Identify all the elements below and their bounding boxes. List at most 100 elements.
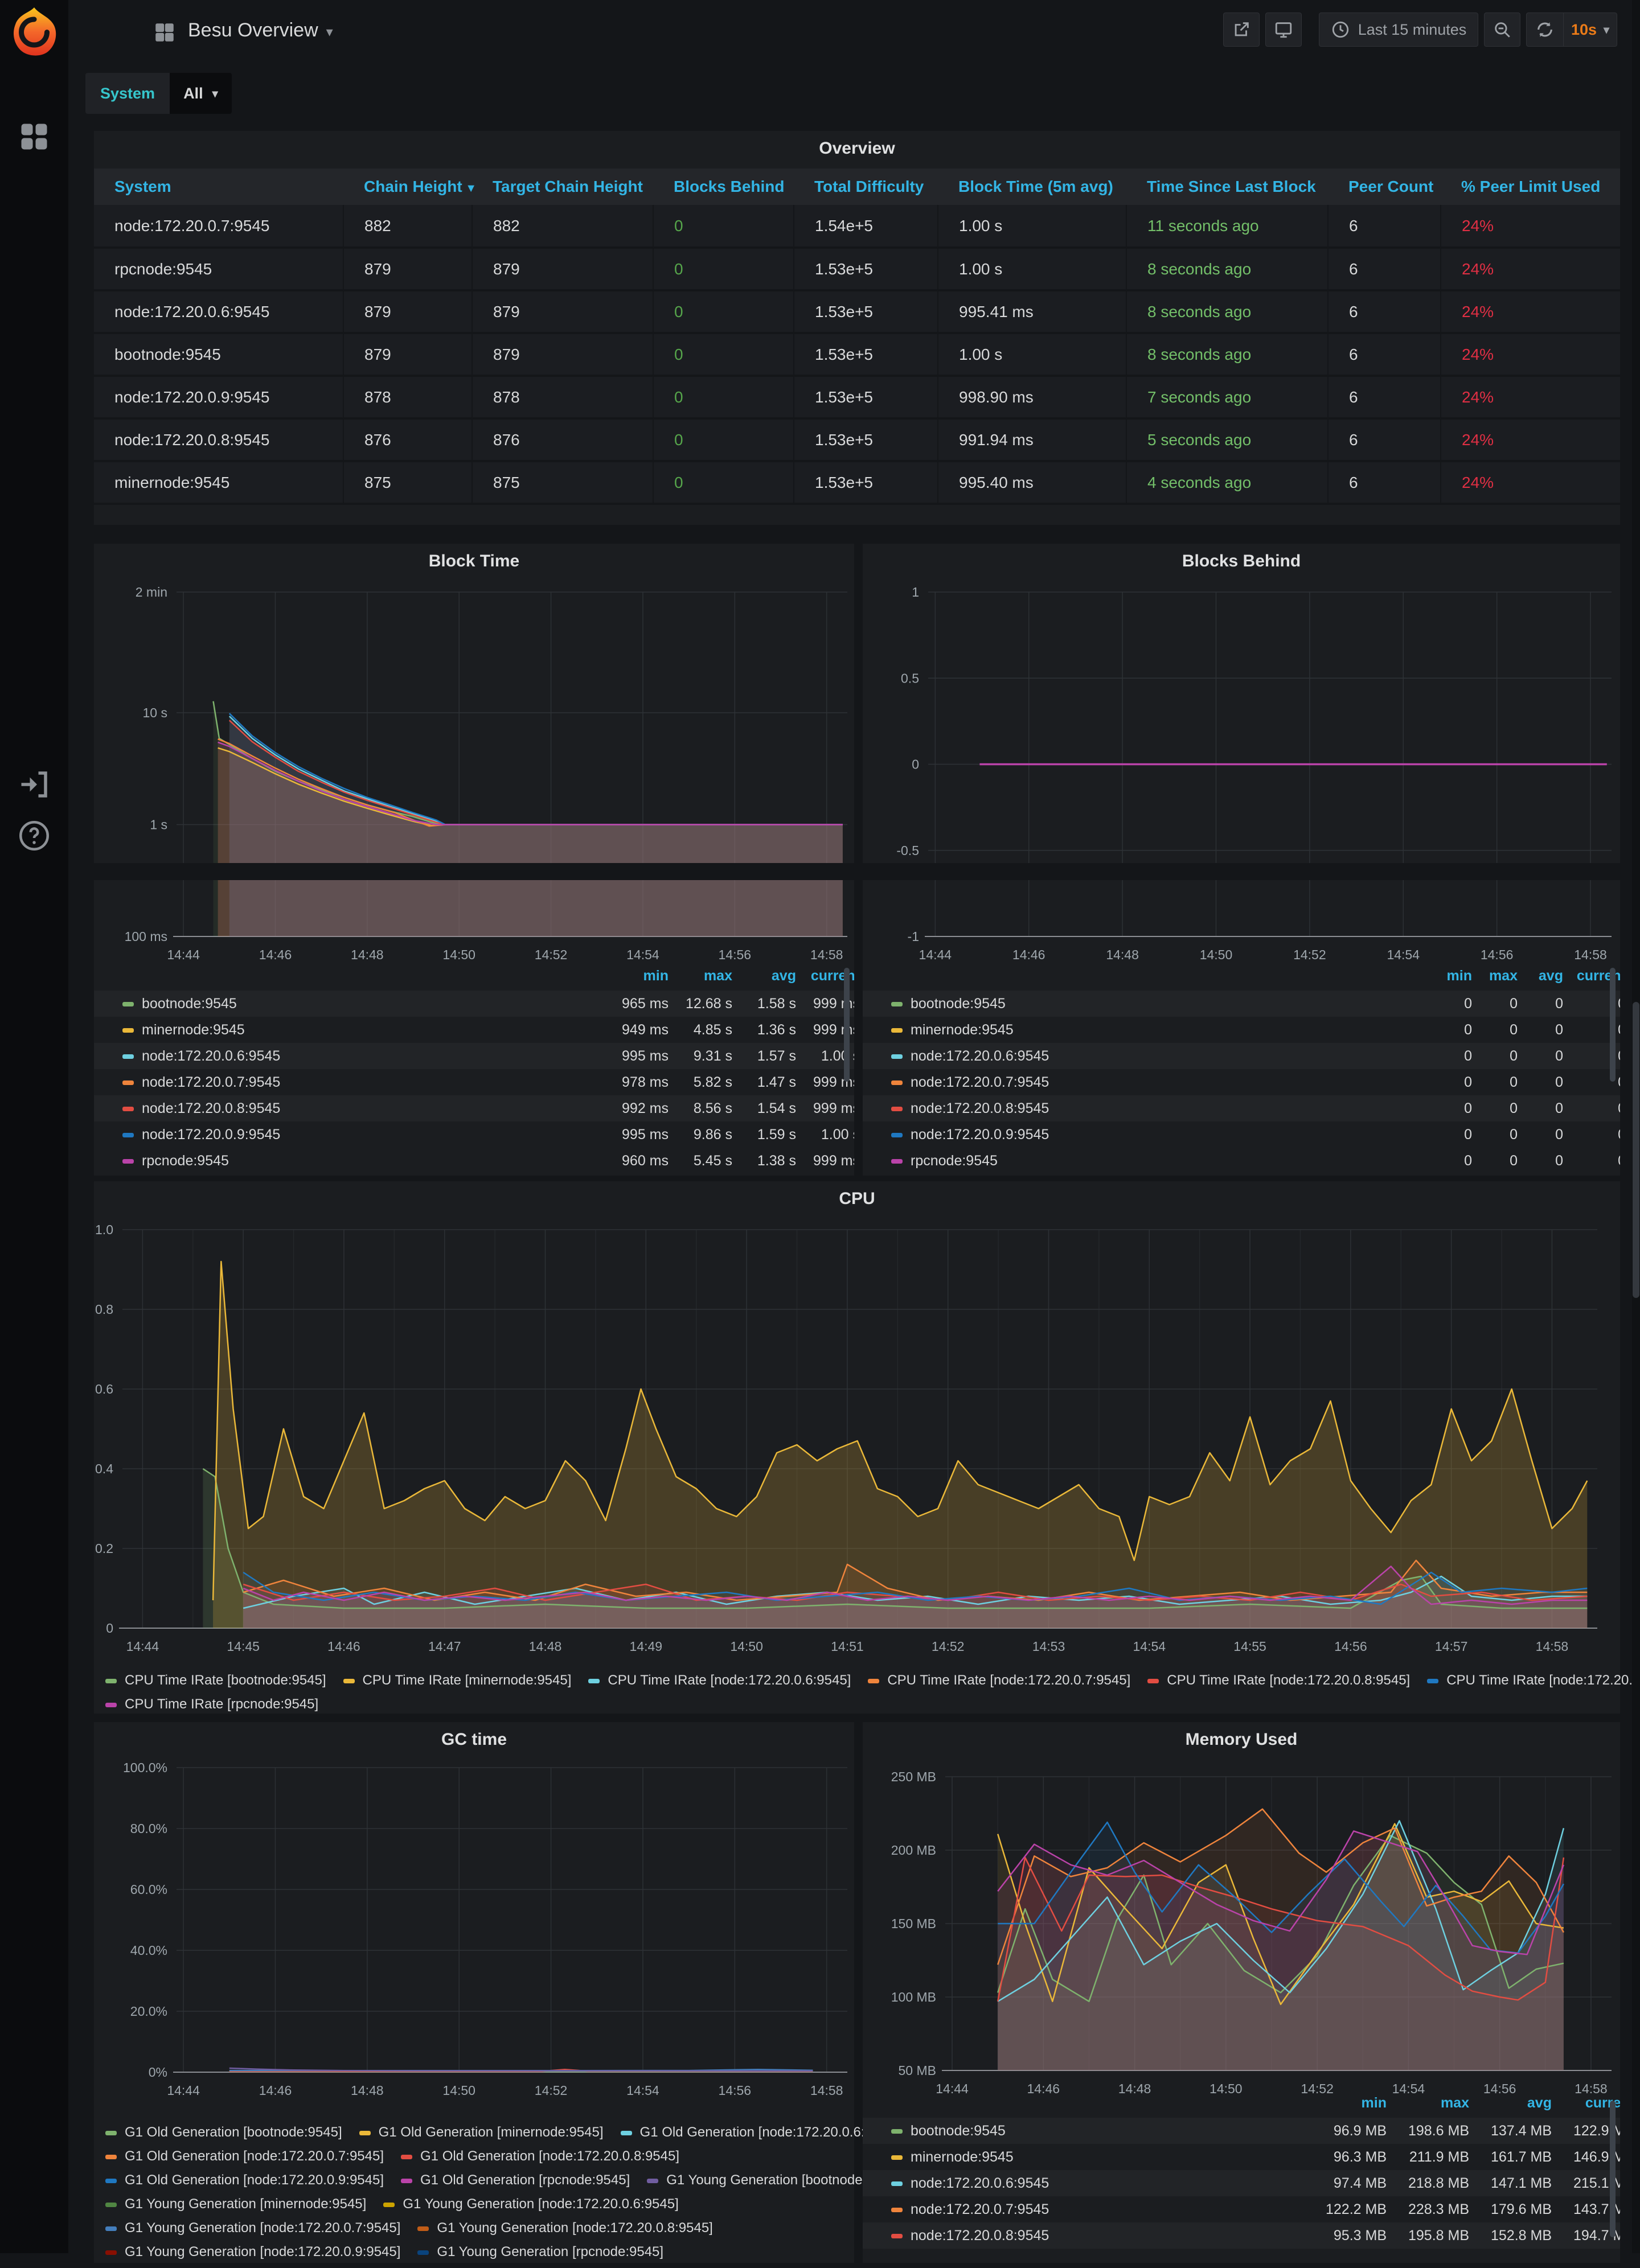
- legend-series-name[interactable]: node:172.20.0.8:9545: [891, 1095, 1049, 1121]
- series-color-swatch[interactable]: [891, 1002, 903, 1006]
- column-header[interactable]: Chain Height ▼: [343, 169, 472, 205]
- dashboards-icon[interactable]: [17, 120, 51, 154]
- refresh-button[interactable]: [1527, 13, 1563, 46]
- legend-series-name[interactable]: node:172.20.0.9:9545: [891, 1121, 1049, 1148]
- legend-item[interactable]: G1 Young Generation [minernode:9545]: [105, 2196, 366, 2212]
- series-color-swatch[interactable]: [891, 1080, 903, 1085]
- legend-series-name[interactable]: node:172.20.0.6:9545: [891, 1043, 1049, 1069]
- refresh-interval-dropdown[interactable]: 10s ▾: [1563, 13, 1617, 46]
- legend-item[interactable]: CPU Time IRate [minernode:9545]: [343, 1673, 572, 1688]
- variable-value-dropdown[interactable]: All ▾: [170, 73, 232, 114]
- column-header[interactable]: Total Difficulty: [794, 169, 938, 205]
- legend-series-name[interactable]: node:172.20.0.7:9545: [122, 1069, 280, 1095]
- block-time-chart[interactable]: 14:4414:4614:4814:5014:5214:5414:5614:58…: [94, 561, 854, 965]
- legend-item[interactable]: G1 Old Generation [minernode:9545]: [359, 2125, 604, 2140]
- legend-series-name[interactable]: node:172.20.0.6:9545: [891, 2170, 1049, 2196]
- legend-series-name[interactable]: minernode:9545: [891, 2144, 1014, 2170]
- legend-stat-value: 195.8 MB: [1378, 2222, 1469, 2249]
- cpu-chart[interactable]: 14:4414:4514:4614:4714:4814:4914:5014:51…: [94, 1215, 1620, 1665]
- legend-series-name[interactable]: minernode:9545: [891, 1017, 1014, 1043]
- series-color-swatch[interactable]: [122, 1054, 134, 1059]
- series-color-swatch[interactable]: [891, 2208, 903, 2212]
- legend-series-name[interactable]: node:172.20.0.7:9545: [891, 2196, 1049, 2222]
- legend-series-name[interactable]: rpcnode:9545: [122, 1148, 229, 1168]
- panel-title-overview[interactable]: Overview: [94, 139, 1620, 158]
- legend-scrollbar[interactable]: [1610, 2101, 1616, 2237]
- legend-series-name[interactable]: node:172.20.0.9:9545: [122, 1121, 280, 1148]
- legend-item[interactable]: G1 Young Generation [rpcnode:9545]: [417, 2244, 663, 2260]
- series-color-swatch[interactable]: [122, 1080, 134, 1085]
- legend-stat-current[interactable]: current: [1546, 968, 1620, 984]
- column-header[interactable]: % Peer Limit Used: [1441, 169, 1620, 205]
- panel-title-gc-time[interactable]: GC time: [94, 1730, 854, 1749]
- blocks-behind-chart[interactable]: 14:4414:4614:4814:5014:5214:5414:5614:58…: [863, 561, 1620, 965]
- legend-item[interactable]: G1 Old Generation [node:172.20.0.9:9545]: [105, 2172, 384, 2188]
- legend-series-name[interactable]: node:172.20.0.7:9545: [891, 1069, 1049, 1095]
- legend-series-name[interactable]: bootnode:9545: [891, 991, 1006, 1017]
- legend-stat-max[interactable]: max: [1389, 2095, 1469, 2111]
- legend-item[interactable]: CPU Time IRate [rpcnode:9545]: [105, 1696, 318, 1712]
- legend-item[interactable]: CPU Time IRate [node:172.20.0.9:9545]: [1427, 1673, 1640, 1688]
- legend-item[interactable]: G1 Old Generation [bootnode:9545]: [105, 2125, 342, 2140]
- panel-title-cpu[interactable]: CPU: [94, 1189, 1620, 1209]
- legend-item[interactable]: CPU Time IRate [node:172.20.0.6:9545]: [588, 1673, 851, 1688]
- page-scrollbar-thumb[interactable]: [1633, 1002, 1639, 1298]
- series-color-swatch[interactable]: [122, 1133, 134, 1137]
- series-color-swatch[interactable]: [122, 1028, 134, 1033]
- legend-series-name[interactable]: bootnode:9545: [891, 2118, 1006, 2144]
- series-color-swatch[interactable]: [891, 1028, 903, 1033]
- series-color-swatch[interactable]: [891, 2181, 903, 2186]
- legend-series-name[interactable]: node:172.20.0.6:9545: [122, 1043, 280, 1069]
- legend-series-name[interactable]: minernode:9545: [122, 1017, 245, 1043]
- legend-item[interactable]: CPU Time IRate [node:172.20.0.7:9545]: [868, 1673, 1130, 1688]
- series-color-swatch[interactable]: [891, 2129, 903, 2134]
- legend-series-name[interactable]: rpcnode:9545: [891, 1148, 998, 1168]
- help-icon[interactable]: [17, 819, 51, 853]
- legend-series-name[interactable]: node:172.20.0.8:9545: [891, 2222, 1049, 2249]
- share-button[interactable]: [1223, 13, 1260, 47]
- legend-item[interactable]: G1 Young Generation [node:172.20.0.9:954…: [105, 2244, 400, 2260]
- legend-stat-min[interactable]: min: [1307, 2095, 1387, 2111]
- series-color-swatch[interactable]: [891, 2234, 903, 2238]
- column-header[interactable]: Blocks Behind: [653, 169, 794, 205]
- series-color-swatch[interactable]: [891, 2155, 903, 2160]
- legend-series-name[interactable]: node:172.20.0.8:9545: [122, 1095, 280, 1121]
- time-range-picker[interactable]: Last 15 minutes: [1319, 13, 1478, 47]
- svg-text:0: 0: [106, 1621, 113, 1636]
- zoom-out-button[interactable]: [1484, 13, 1520, 47]
- sign-in-icon[interactable]: [17, 767, 51, 802]
- column-header[interactable]: System: [94, 169, 343, 205]
- grafana-logo-icon[interactable]: [7, 6, 62, 60]
- series-color-swatch[interactable]: [122, 1002, 134, 1006]
- series-color-swatch[interactable]: [122, 1159, 134, 1164]
- legend-item[interactable]: CPU Time IRate [bootnode:9545]: [105, 1673, 326, 1688]
- legend-item[interactable]: G1 Old Generation [node:172.20.0.7:9545]: [105, 2148, 384, 2164]
- series-color-swatch[interactable]: [891, 1054, 903, 1059]
- legend-scrollbar[interactable]: [844, 968, 850, 1082]
- series-color-swatch[interactable]: [122, 1107, 134, 1111]
- column-header[interactable]: Block Time (5m avg): [938, 169, 1126, 205]
- memory-used-chart[interactable]: 14:4414:4614:4814:5014:5214:5414:5614:58…: [863, 1756, 1620, 2103]
- legend-item[interactable]: G1 Young Generation [node:172.20.0.7:954…: [105, 2220, 400, 2236]
- series-color-swatch[interactable]: [891, 1159, 903, 1164]
- series-color-swatch[interactable]: [891, 1107, 903, 1111]
- legend-item[interactable]: CPU Time IRate [node:172.20.0.8:9545]: [1147, 1673, 1410, 1688]
- column-header[interactable]: Time Since Last Block: [1126, 169, 1328, 205]
- gc-time-chart[interactable]: 14:4414:4614:4814:5014:5214:5414:5614:58…: [94, 1756, 854, 2106]
- column-header[interactable]: Peer Count: [1328, 169, 1441, 205]
- legend-item[interactable]: G1 Old Generation [node:172.20.0.8:9545]: [401, 2148, 679, 2164]
- dashboard-title[interactable]: Besu Overview▾: [188, 19, 333, 42]
- panel-title-memory-used[interactable]: Memory Used: [863, 1730, 1620, 1749]
- legend-scrollbar[interactable]: [1610, 968, 1616, 1082]
- legend-item[interactable]: G1 Young Generation [node:172.20.0.6:954…: [383, 2196, 678, 2212]
- tv-mode-button[interactable]: [1265, 13, 1302, 47]
- legend-stat-current[interactable]: current: [780, 968, 854, 984]
- legend-item[interactable]: G1 Old Generation [rpcnode:9545]: [401, 2172, 630, 2188]
- legend-item[interactable]: G1 Young Generation [node:172.20.0.8:954…: [417, 2220, 712, 2236]
- svg-text:14:56: 14:56: [719, 2083, 752, 2098]
- series-color-swatch[interactable]: [891, 1133, 903, 1137]
- legend-item[interactable]: G1 Old Generation [node:172.20.0.6:9545]: [621, 2125, 899, 2140]
- legend-stat-avg[interactable]: avg: [1472, 2095, 1552, 2111]
- legend-series-name[interactable]: bootnode:9545: [122, 991, 237, 1017]
- column-header[interactable]: Target Chain Height: [472, 169, 653, 205]
